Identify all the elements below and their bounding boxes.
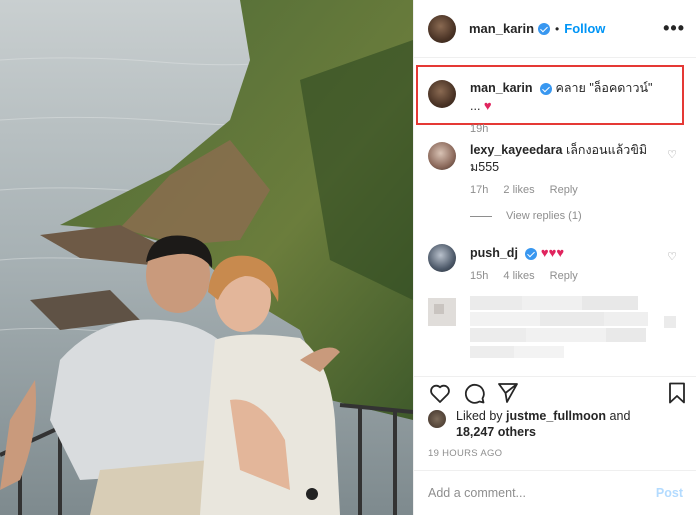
post-header: man_karin • Follow •••	[414, 0, 696, 58]
author-avatar[interactable]	[428, 14, 456, 43]
like-heart-icon[interactable]	[428, 381, 452, 405]
comment-username[interactable]: push_dj	[470, 246, 518, 260]
bookmark-save-icon[interactable]	[665, 381, 689, 405]
couple-seaside-image	[0, 0, 413, 515]
caption-meta: 19h	[470, 121, 665, 138]
action-bar	[414, 376, 696, 406]
likes-prefix: Liked by	[456, 409, 503, 423]
likes-and: and	[609, 409, 631, 423]
like-comment-heart-icon[interactable]: ♡	[667, 250, 677, 263]
post-comment-button[interactable]: Post	[656, 486, 683, 500]
caption-row: man_karin คลาย "ล็อคดาวน์" ... ♥ 19h	[428, 80, 665, 138]
like-comment-heart-icon[interactable]: ♡	[667, 148, 677, 161]
caption-username[interactable]: man_karin	[470, 81, 533, 95]
view-replies-button[interactable]: View replies (1)	[470, 210, 582, 222]
share-send-icon[interactable]	[496, 381, 520, 405]
verified-icon	[525, 247, 538, 260]
comment-meta: 17h 2 likes Reply	[470, 182, 665, 199]
comment-text-block: push_dj ♥♥♥ 15h 4 likes Reply	[470, 244, 665, 285]
post-timestamp[interactable]: 19 HOURS AGO	[428, 448, 502, 459]
red-heart-icon: ♥	[483, 98, 492, 113]
comment-likes[interactable]: 4 likes	[503, 270, 534, 282]
blurred-comment	[428, 296, 676, 358]
author-username[interactable]: man_karin	[469, 21, 534, 36]
comment-bubble-icon[interactable]	[462, 381, 486, 405]
comment-text-block: lexy_kayeedara เล็กงอนแล้วขิมิม555 17h 2…	[470, 142, 665, 199]
comment-text: ♥♥♥	[540, 245, 565, 260]
separator-dot: •	[555, 21, 560, 36]
caption-avatar[interactable]	[428, 80, 456, 108]
likes-summary: Liked by justme_fullmoon and 18,247 othe…	[428, 408, 630, 440]
comment-username[interactable]: lexy_kayeedara	[470, 143, 562, 157]
verified-icon	[538, 22, 551, 35]
follow-button[interactable]: Follow	[564, 21, 605, 36]
view-replies-label[interactable]: View replies (1)	[506, 210, 582, 222]
reply-button[interactable]: Reply	[550, 270, 578, 282]
more-options-icon[interactable]: •••	[663, 18, 685, 39]
comment-time: 17h	[470, 184, 489, 196]
comments-list[interactable]: man_karin คลาย "ล็อคดาวน์" ... ♥ 19h lex…	[414, 58, 696, 376]
comment-row: push_dj ♥♥♥ 15h 4 likes Reply	[428, 244, 665, 285]
liker-username[interactable]: justme_fullmoon	[506, 409, 606, 423]
likes-count[interactable]: 18,247 others	[456, 425, 536, 439]
replies-divider-line	[470, 215, 492, 217]
post-side-panel: man_karin • Follow ••• man_karin คลาย "ล…	[413, 0, 696, 515]
comment-meta: 15h 4 likes Reply	[470, 268, 665, 285]
comment-row: lexy_kayeedara เล็กงอนแล้วขิมิม555 17h 2…	[428, 142, 665, 199]
caption-text-block: man_karin คลาย "ล็อคดาวน์" ... ♥ 19h	[470, 80, 665, 138]
verified-icon	[540, 82, 553, 95]
commenter-avatar[interactable]	[428, 142, 456, 170]
comment-time: 15h	[470, 270, 489, 282]
commenter-avatar[interactable]	[428, 244, 456, 272]
likes-text: Liked by justme_fullmoon and 18,247 othe…	[456, 408, 630, 440]
caption-time: 19h	[470, 123, 489, 135]
reply-button[interactable]: Reply	[550, 184, 578, 196]
add-comment-bar: Add a comment... Post	[414, 470, 696, 515]
post-photo[interactable]	[0, 0, 413, 515]
liker-avatar[interactable]	[428, 410, 446, 428]
comment-input[interactable]: Add a comment...	[428, 486, 656, 500]
comment-likes[interactable]: 2 likes	[503, 184, 534, 196]
